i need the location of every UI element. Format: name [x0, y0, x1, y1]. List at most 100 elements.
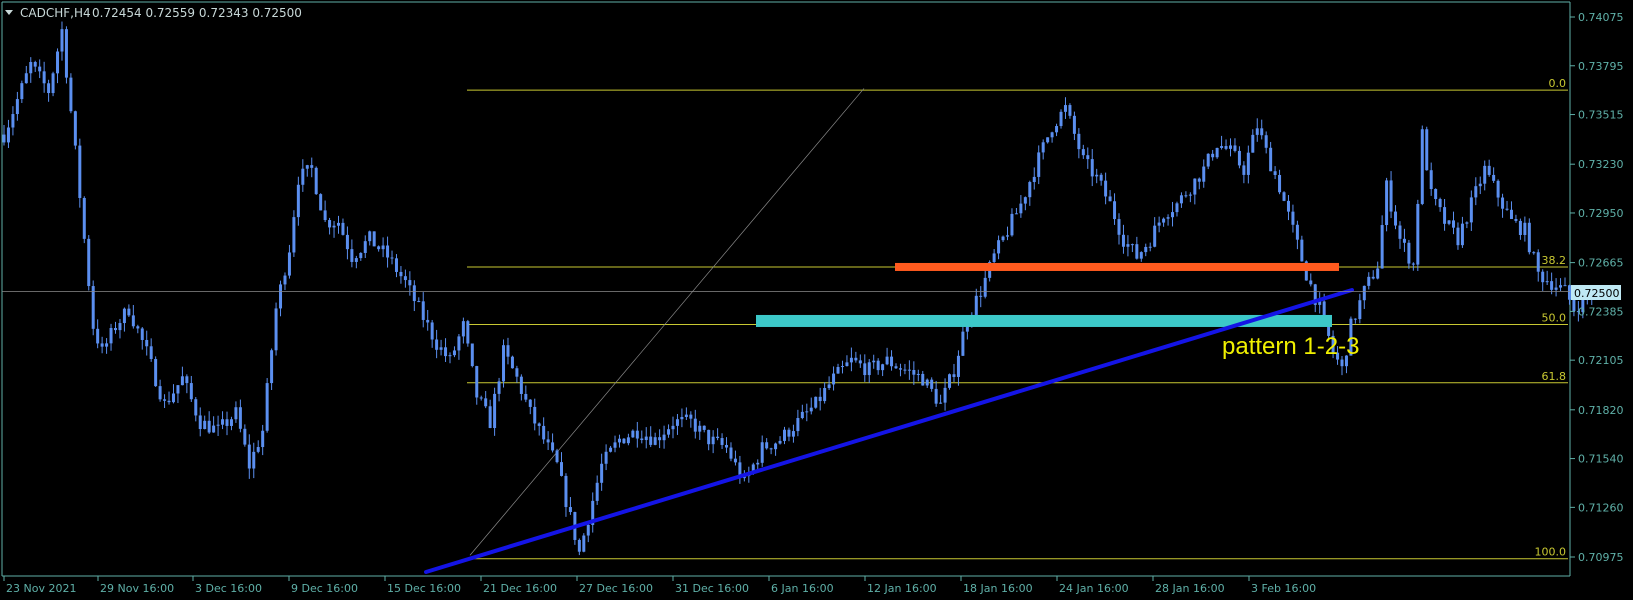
candle-body: [461, 321, 465, 337]
candle-body: [725, 444, 729, 448]
candle-body: [1246, 152, 1250, 175]
candle-body: [907, 369, 911, 371]
candle-body: [69, 77, 73, 112]
candle-body: [1518, 220, 1522, 236]
candle-body: [1206, 153, 1210, 167]
candle-body: [760, 442, 764, 463]
candle-body: [430, 322, 434, 340]
candle-body: [912, 369, 916, 375]
candle-body: [1251, 134, 1255, 153]
candle-body: [390, 257, 394, 259]
candle-body: [604, 451, 608, 464]
candle-body: [368, 231, 372, 242]
price-tick-label: 0.71820: [1578, 404, 1624, 417]
candle-body: [394, 258, 398, 272]
candle-body: [274, 308, 278, 351]
candle-body: [644, 436, 648, 441]
candle-body: [87, 238, 91, 287]
candle-body: [800, 411, 804, 419]
time-tick-label: 6 Jan 16:00: [771, 582, 834, 595]
candle-body: [943, 387, 947, 403]
candle-body: [1402, 238, 1406, 243]
candle-body: [42, 71, 46, 84]
candle-body: [252, 451, 256, 469]
candle-body: [1019, 203, 1023, 214]
candle-body: [64, 29, 68, 78]
candle-body: [279, 284, 283, 309]
candle-body: [774, 443, 778, 450]
candle-body: [711, 436, 715, 445]
candle-body: [149, 346, 153, 359]
candle-body: [1416, 203, 1420, 265]
candle-body: [1563, 285, 1567, 287]
candle-body: [1220, 146, 1224, 148]
candle-body: [24, 73, 28, 84]
candle-body: [1063, 105, 1067, 112]
candle-body: [1023, 197, 1027, 204]
candle-body: [439, 347, 443, 350]
candle-body: [1059, 111, 1063, 127]
candle-body: [1420, 129, 1424, 204]
candle-body: [1394, 211, 1398, 226]
candle-body: [1099, 174, 1103, 181]
candle-body: [894, 366, 898, 369]
candle-body: [898, 368, 902, 370]
candle-body: [769, 448, 773, 450]
candle-body: [983, 277, 987, 297]
candle-body: [537, 423, 541, 426]
candle-body: [1117, 219, 1121, 235]
candle-body: [1492, 174, 1496, 181]
candle-body: [1237, 150, 1241, 166]
candle-body: [934, 388, 938, 404]
candle-body: [270, 350, 274, 384]
candle-body: [359, 252, 363, 259]
candle-body: [992, 253, 996, 263]
price-tick-label: 0.74075: [1578, 11, 1624, 24]
candle-body: [105, 343, 109, 347]
candle-body: [127, 308, 131, 316]
candle-body: [38, 66, 42, 72]
candle-body: [145, 339, 149, 347]
candlestick-chart: 0.0 38.2 50.0 61.8 100.0 0.74075 0.73795 0.735…: [0, 0, 1633, 600]
candle-body: [1086, 155, 1090, 160]
candle-body: [1541, 271, 1545, 283]
candle-body: [185, 376, 189, 384]
candle-body: [444, 347, 448, 357]
candle-body: [261, 430, 265, 448]
candle-body: [613, 442, 617, 448]
candle-body: [622, 438, 626, 444]
candle-body: [528, 399, 532, 407]
time-tick-label: 15 Dec 16:00: [387, 582, 461, 595]
candle-body: [1068, 105, 1072, 116]
candle-body: [1148, 246, 1152, 248]
candle-body: [114, 328, 117, 331]
candle-body: [1050, 132, 1054, 138]
time-tick-label: 24 Jan 16:00: [1059, 582, 1129, 595]
candle-body: [1536, 252, 1540, 272]
candle-body: [1269, 147, 1273, 172]
candle-body: [1385, 180, 1389, 226]
candle-body: [863, 363, 867, 376]
candle-body: [1166, 217, 1170, 219]
candle-body: [363, 241, 367, 253]
candle-body: [684, 414, 688, 417]
candle-body: [448, 355, 452, 357]
candle-body: [238, 407, 242, 429]
candle-body: [225, 419, 229, 426]
candle-body: [1014, 213, 1018, 215]
candle-body: [872, 360, 876, 363]
time-tick-label: 3 Feb 16:00: [1251, 582, 1316, 595]
candle-body: [805, 411, 809, 413]
candle-body: [867, 362, 871, 376]
candle-body: [979, 295, 983, 297]
candle-body: [1389, 180, 1393, 212]
candle-body: [925, 379, 929, 386]
candle-body: [733, 458, 737, 463]
candle-body: [1465, 222, 1469, 224]
candle-body: [1046, 137, 1050, 143]
candle-body: [381, 245, 385, 250]
candle-body: [140, 328, 144, 340]
candle-body: [787, 429, 791, 437]
candle-body: [974, 295, 978, 316]
candle-body: [256, 447, 260, 452]
